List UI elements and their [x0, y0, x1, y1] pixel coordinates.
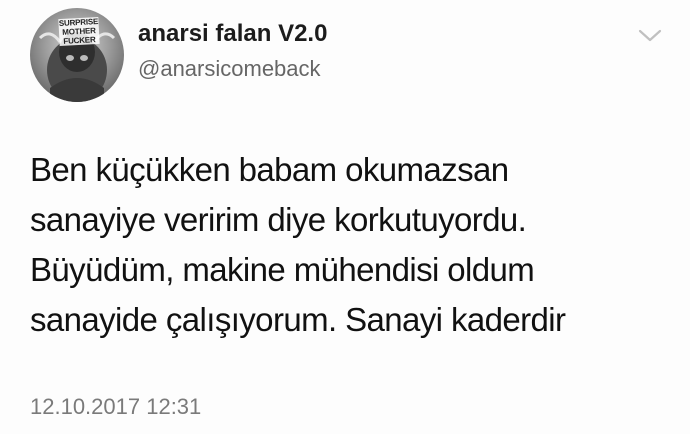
display-name[interactable]: anarsi falan V2.0 — [138, 20, 327, 48]
avatar-caption: SURPRISE MOTHER FUCKER — [58, 16, 100, 47]
tweet-text: Ben küçükken babam okumazsan sanayiye ve… — [30, 145, 670, 345]
tweet-text-line: Büyüdüm, makine mühendisi oldum — [30, 251, 535, 288]
tweet-card: SURPRISE MOTHER FUCKER anarsi falan V2.0… — [0, 0, 690, 434]
user-handle[interactable]: @anarsicomeback — [138, 56, 321, 82]
avatar[interactable]: SURPRISE MOTHER FUCKER — [30, 8, 124, 102]
tweet-text-line: sanayiye veririm diye korkutuyordu. — [30, 201, 527, 238]
chevron-down-icon[interactable] — [636, 26, 664, 46]
tweet-text-line: sanayide çalışıyorum. Sanayi kaderdir — [30, 301, 566, 338]
tweet-text-line: Ben küçükken babam okumazsan — [30, 151, 509, 188]
tweet-timestamp[interactable]: 12.10.2017 12:31 — [30, 394, 201, 420]
